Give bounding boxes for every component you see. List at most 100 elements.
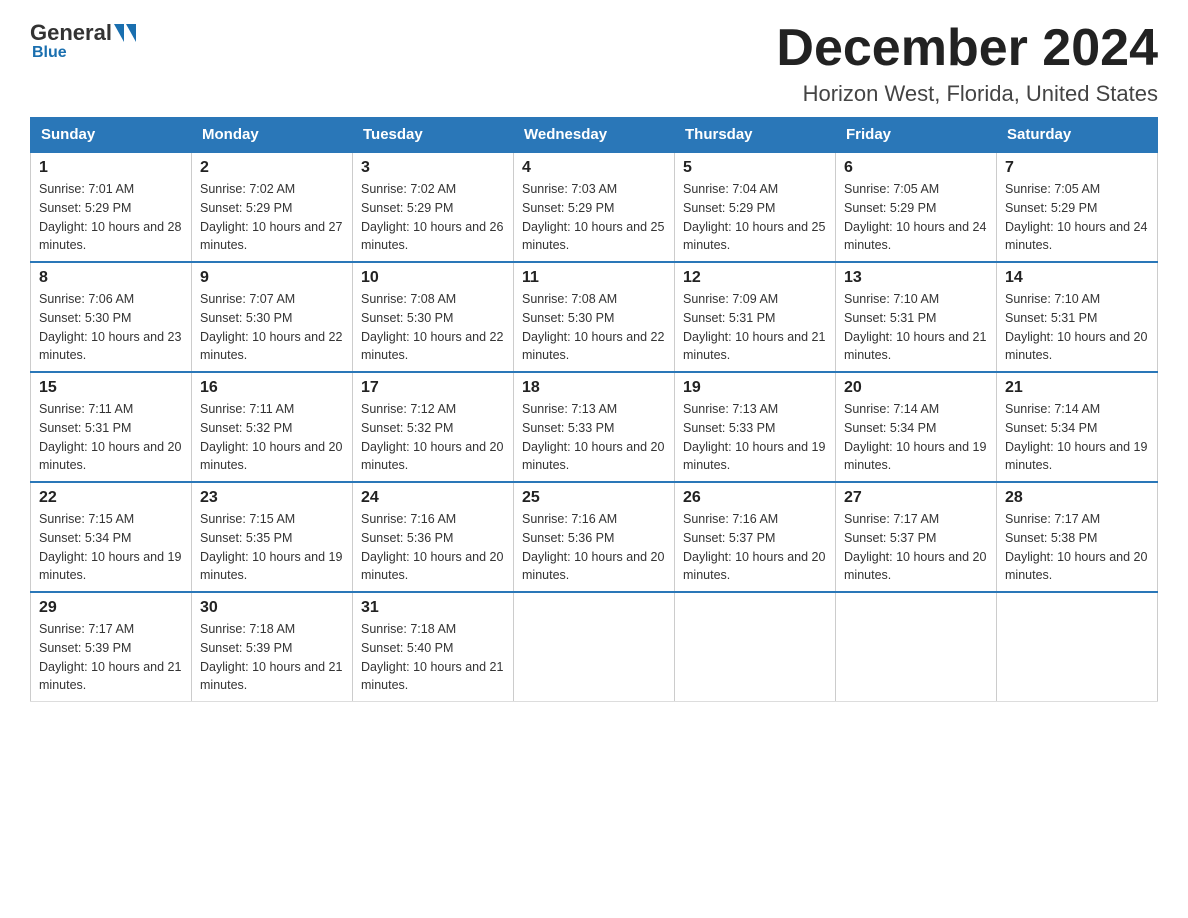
sunrise-time: 7:15 AM xyxy=(249,512,295,526)
sunset-time: 5:29 PM xyxy=(85,201,132,215)
sunset-label: Sunset: xyxy=(1005,201,1051,215)
day-info: Sunrise: 7:17 AM Sunset: 5:38 PM Dayligh… xyxy=(1005,510,1149,585)
sunset-time: 5:39 PM xyxy=(246,641,293,655)
sunrise-time: 7:11 AM xyxy=(88,402,133,416)
sunrise-label: Sunrise: xyxy=(522,292,571,306)
sunrise-label: Sunrise: xyxy=(39,512,88,526)
calendar-day-cell: 13 Sunrise: 7:10 AM Sunset: 5:31 PM Dayl… xyxy=(836,262,997,372)
calendar-day-cell: 24 Sunrise: 7:16 AM Sunset: 5:36 PM Dayl… xyxy=(353,482,514,592)
sunset-label: Sunset: xyxy=(1005,421,1051,435)
calendar-day-cell: 6 Sunrise: 7:05 AM Sunset: 5:29 PM Dayli… xyxy=(836,152,997,262)
day-number: 7 xyxy=(1005,159,1149,177)
sunrise-time: 7:05 AM xyxy=(893,182,939,196)
sunset-label: Sunset: xyxy=(683,531,729,545)
day-info: Sunrise: 7:02 AM Sunset: 5:29 PM Dayligh… xyxy=(361,180,505,255)
day-info: Sunrise: 7:05 AM Sunset: 5:29 PM Dayligh… xyxy=(844,180,988,255)
day-info: Sunrise: 7:13 AM Sunset: 5:33 PM Dayligh… xyxy=(522,400,666,475)
sunset-time: 5:34 PM xyxy=(890,421,937,435)
sunset-time: 5:38 PM xyxy=(1051,531,1098,545)
day-number: 15 xyxy=(39,379,183,397)
sunrise-time: 7:18 AM xyxy=(249,622,295,636)
sunrise-label: Sunrise: xyxy=(683,292,732,306)
day-info: Sunrise: 7:08 AM Sunset: 5:30 PM Dayligh… xyxy=(522,290,666,365)
day-info: Sunrise: 7:07 AM Sunset: 5:30 PM Dayligh… xyxy=(200,290,344,365)
calendar-day-cell: 26 Sunrise: 7:16 AM Sunset: 5:37 PM Dayl… xyxy=(675,482,836,592)
sunrise-time: 7:01 AM xyxy=(88,182,134,196)
calendar-day-cell: 20 Sunrise: 7:14 AM Sunset: 5:34 PM Dayl… xyxy=(836,372,997,482)
sunrise-label: Sunrise: xyxy=(200,402,249,416)
sunrise-label: Sunrise: xyxy=(1005,512,1054,526)
day-number: 18 xyxy=(522,379,666,397)
sunset-time: 5:30 PM xyxy=(407,311,454,325)
day-info: Sunrise: 7:14 AM Sunset: 5:34 PM Dayligh… xyxy=(1005,400,1149,475)
sunset-time: 5:29 PM xyxy=(407,201,454,215)
daylight-label: Daylight: 10 hours and 20 minutes. xyxy=(522,550,664,583)
sunrise-time: 7:02 AM xyxy=(410,182,456,196)
daylight-label: Daylight: 10 hours and 21 minutes. xyxy=(844,330,986,363)
day-number: 2 xyxy=(200,159,344,177)
sunset-label: Sunset: xyxy=(683,311,729,325)
col-monday: Monday xyxy=(192,118,353,153)
day-number: 22 xyxy=(39,489,183,507)
calendar-day-cell: 19 Sunrise: 7:13 AM Sunset: 5:33 PM Dayl… xyxy=(675,372,836,482)
daylight-label: Daylight: 10 hours and 22 minutes. xyxy=(361,330,503,363)
calendar-day-cell: 5 Sunrise: 7:04 AM Sunset: 5:29 PM Dayli… xyxy=(675,152,836,262)
day-number: 26 xyxy=(683,489,827,507)
sunset-time: 5:31 PM xyxy=(85,421,132,435)
sunrise-time: 7:13 AM xyxy=(571,402,617,416)
day-info: Sunrise: 7:18 AM Sunset: 5:39 PM Dayligh… xyxy=(200,620,344,695)
day-number: 6 xyxy=(844,159,988,177)
sunrise-label: Sunrise: xyxy=(361,512,410,526)
day-number: 12 xyxy=(683,269,827,287)
sunrise-label: Sunrise: xyxy=(522,182,571,196)
daylight-label: Daylight: 10 hours and 28 minutes. xyxy=(39,220,181,253)
daylight-label: Daylight: 10 hours and 20 minutes. xyxy=(683,550,825,583)
sunrise-time: 7:08 AM xyxy=(410,292,456,306)
daylight-label: Daylight: 10 hours and 24 minutes. xyxy=(844,220,986,253)
calendar-day-cell: 11 Sunrise: 7:08 AM Sunset: 5:30 PM Dayl… xyxy=(514,262,675,372)
sunset-label: Sunset: xyxy=(522,531,568,545)
sunset-label: Sunset: xyxy=(361,641,407,655)
sunrise-time: 7:16 AM xyxy=(410,512,456,526)
day-info: Sunrise: 7:16 AM Sunset: 5:36 PM Dayligh… xyxy=(361,510,505,585)
day-info: Sunrise: 7:15 AM Sunset: 5:35 PM Dayligh… xyxy=(200,510,344,585)
sunrise-label: Sunrise: xyxy=(522,512,571,526)
sunset-label: Sunset: xyxy=(522,201,568,215)
daylight-label: Daylight: 10 hours and 19 minutes. xyxy=(683,440,825,473)
day-info: Sunrise: 7:12 AM Sunset: 5:32 PM Dayligh… xyxy=(361,400,505,475)
month-year-title: December 2024 xyxy=(776,20,1158,77)
sunset-time: 5:35 PM xyxy=(246,531,293,545)
daylight-label: Daylight: 10 hours and 21 minutes. xyxy=(200,660,342,693)
sunset-label: Sunset: xyxy=(39,531,85,545)
sunset-time: 5:31 PM xyxy=(729,311,776,325)
sunset-label: Sunset: xyxy=(361,531,407,545)
sunrise-label: Sunrise: xyxy=(39,622,88,636)
sunset-time: 5:31 PM xyxy=(890,311,937,325)
daylight-label: Daylight: 10 hours and 25 minutes. xyxy=(522,220,664,253)
day-number: 30 xyxy=(200,599,344,617)
calendar-day-cell: 27 Sunrise: 7:17 AM Sunset: 5:37 PM Dayl… xyxy=(836,482,997,592)
day-number: 11 xyxy=(522,269,666,287)
sunrise-label: Sunrise: xyxy=(39,292,88,306)
calendar-day-cell: 8 Sunrise: 7:06 AM Sunset: 5:30 PM Dayli… xyxy=(31,262,192,372)
sunrise-time: 7:03 AM xyxy=(571,182,617,196)
logo: General Blue xyxy=(30,20,140,62)
sunrise-time: 7:13 AM xyxy=(732,402,778,416)
sunrise-label: Sunrise: xyxy=(39,402,88,416)
sunrise-label: Sunrise: xyxy=(361,402,410,416)
sunset-time: 5:29 PM xyxy=(729,201,776,215)
day-number: 10 xyxy=(361,269,505,287)
day-info: Sunrise: 7:10 AM Sunset: 5:31 PM Dayligh… xyxy=(844,290,988,365)
logo-arrow-icon xyxy=(114,24,124,42)
sunrise-time: 7:10 AM xyxy=(1054,292,1100,306)
day-number: 28 xyxy=(1005,489,1149,507)
sunrise-time: 7:06 AM xyxy=(88,292,134,306)
calendar-day-cell: 23 Sunrise: 7:15 AM Sunset: 5:35 PM Dayl… xyxy=(192,482,353,592)
sunset-time: 5:34 PM xyxy=(85,531,132,545)
sunset-time: 5:37 PM xyxy=(729,531,776,545)
calendar-day-cell: 14 Sunrise: 7:10 AM Sunset: 5:31 PM Dayl… xyxy=(997,262,1158,372)
calendar-day-cell: 30 Sunrise: 7:18 AM Sunset: 5:39 PM Dayl… xyxy=(192,592,353,702)
daylight-label: Daylight: 10 hours and 20 minutes. xyxy=(39,440,181,473)
calendar-day-cell: 25 Sunrise: 7:16 AM Sunset: 5:36 PM Dayl… xyxy=(514,482,675,592)
daylight-label: Daylight: 10 hours and 19 minutes. xyxy=(200,550,342,583)
